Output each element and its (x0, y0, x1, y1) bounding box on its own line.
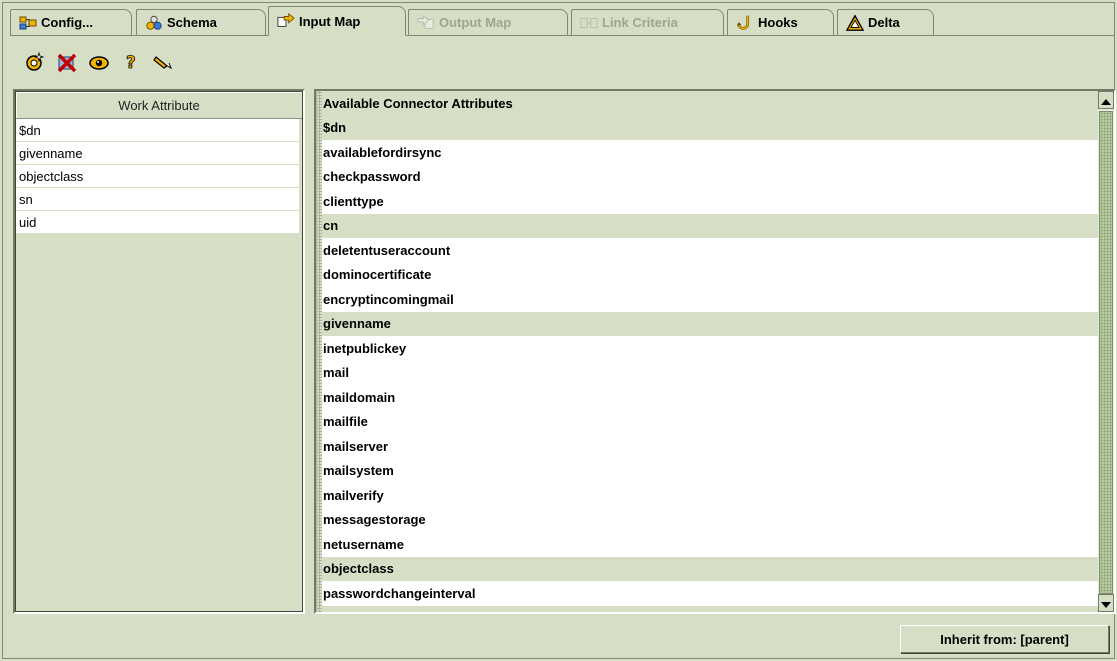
link-criteria-icon (580, 14, 598, 32)
scroll-thumb[interactable] (1099, 111, 1113, 594)
tab-config[interactable]: Config... (10, 9, 132, 35)
list-item[interactable]: mail (322, 360, 1098, 385)
table-row[interactable]: objectclass (16, 165, 299, 188)
view-icon (88, 51, 110, 76)
toolbar: ? (22, 51, 176, 75)
tab-divider (10, 35, 1115, 36)
list-item[interactable]: checkpassword (322, 164, 1098, 189)
tab-schema[interactable]: Schema (136, 9, 266, 35)
list-item[interactable]: $dn (322, 115, 1098, 140)
work-attribute-list: $dn givenname objectclass sn uid (16, 119, 302, 234)
connector-attribute-header: Available Connector Attributes (322, 91, 1098, 116)
tab-output-map: Output Map (408, 9, 568, 35)
list-item[interactable]: messagestorage (322, 507, 1098, 532)
view-button[interactable] (86, 51, 112, 75)
connector-attribute-list: Available Connector Attributes $dn avail… (314, 89, 1116, 614)
tab-bar: Config... Schema Input Map Output Map Li… (10, 5, 1110, 36)
delta-icon (846, 13, 864, 32)
list-item[interactable]: mailserver (322, 434, 1098, 459)
edit-button[interactable] (150, 51, 176, 75)
list-item[interactable]: mailsystem (322, 458, 1098, 483)
help-button[interactable]: ? (118, 51, 144, 75)
config-icon (19, 14, 37, 32)
table-row[interactable]: sn (16, 188, 299, 211)
tab-input-map[interactable]: Input Map (268, 6, 406, 36)
edit-icon (152, 51, 174, 76)
tab-delta[interactable]: Delta (837, 9, 934, 35)
list-item[interactable]: maildomain (322, 385, 1098, 410)
tab-label: Link Criteria (602, 15, 678, 30)
list-item[interactable]: inetpublickey (322, 336, 1098, 361)
tab-label: Delta (868, 15, 900, 30)
tab-label: Input Map (299, 13, 361, 29)
add-attribute-icon (24, 51, 46, 76)
input-map-icon (277, 12, 295, 30)
list-item[interactable]: encryptincomingmail (322, 287, 1098, 312)
tab-label: Output Map (439, 15, 512, 30)
list-item[interactable]: mailfile (322, 409, 1098, 434)
list-item[interactable]: deletentuseraccount (322, 238, 1098, 263)
scroll-up-button[interactable] (1098, 91, 1114, 109)
scroll-down-button[interactable] (1098, 594, 1114, 612)
list-item[interactable]: givenname (322, 311, 1098, 336)
work-attribute-header[interactable]: Work Attribute (16, 92, 302, 119)
table-row[interactable]: $dn (16, 119, 299, 142)
connector-attribute-rows: Available Connector Attributes $dn avail… (322, 91, 1098, 612)
hooks-icon (736, 14, 754, 32)
inherit-from-button[interactable]: Inherit from: [parent] (900, 625, 1109, 653)
list-item[interactable]: mailverify (322, 483, 1098, 508)
list-item[interactable]: clienttype (322, 189, 1098, 214)
svg-text:?: ? (126, 53, 136, 73)
arrow-up-icon (1101, 93, 1111, 108)
list-item[interactable]: netusername (322, 532, 1098, 557)
list-item[interactable]: cn (322, 213, 1098, 238)
tab-link-criteria: Link Criteria (571, 9, 724, 35)
vertical-scrollbar[interactable] (1098, 91, 1114, 612)
list-item[interactable]: passwordchangeinterval (322, 581, 1098, 606)
list-item[interactable]: availablefordirsync (322, 140, 1098, 165)
schema-icon (145, 14, 163, 32)
list-item[interactable]: objectclass (322, 556, 1098, 581)
help-icon: ? (120, 51, 142, 76)
tab-hooks[interactable]: Hooks (727, 9, 834, 35)
list-item[interactable]: dominocertificate (322, 262, 1098, 287)
delete-attribute-button[interactable] (54, 51, 80, 75)
table-row[interactable]: uid (16, 211, 299, 234)
tab-label: Config... (41, 15, 93, 30)
arrow-down-icon (1101, 596, 1111, 611)
delete-attribute-icon (56, 51, 78, 76)
tab-label: Hooks (758, 15, 798, 30)
tab-label: Schema (167, 15, 217, 30)
add-attribute-button[interactable] (22, 51, 48, 75)
work-attribute-table: Work Attribute $dn givenname objectclass… (13, 89, 305, 614)
output-map-icon (417, 14, 435, 32)
table-row[interactable]: givenname (16, 142, 299, 165)
